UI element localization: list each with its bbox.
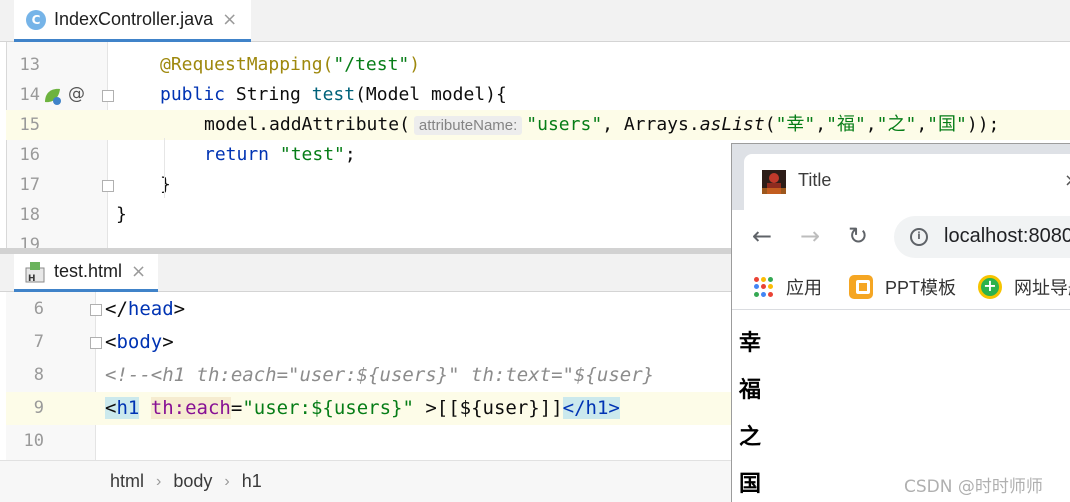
chevron-right-icon: › [224, 472, 230, 490]
html-file-icon: H [24, 260, 46, 284]
code-text: } [160, 174, 171, 195]
page-favicon-icon [762, 170, 786, 194]
tab-label: IndexController.java [54, 9, 214, 29]
code-text: <h1 th:each="user:${users}" >[[${user}]]… [105, 397, 620, 419]
url-text[interactable]: localhost:8080 [944, 225, 1070, 248]
browser-tab-strip: Title × [732, 144, 1070, 210]
fold-marker-icon[interactable] [102, 180, 114, 192]
fold-marker-icon[interactable] [90, 337, 102, 349]
code-text: <body> [105, 331, 174, 353]
forward-arrow-icon[interactable]: → [800, 222, 820, 250]
line-number: 7 [33, 332, 44, 352]
nav-site-icon: + [978, 275, 1002, 299]
line-number: 19 [19, 235, 40, 250]
line-number: 13 [19, 55, 40, 75]
code-text: model.addAttribute(attributeName: "users"… [204, 114, 1000, 135]
fold-marker-icon[interactable] [90, 304, 102, 316]
code-text: return "test"; [204, 144, 356, 165]
tab-index-controller[interactable]: C IndexController.java × [14, 0, 252, 42]
browser-window: Title × ← → ↻ i localhost:8080 应用 PPT模板 … [731, 143, 1070, 502]
ppt-icon [849, 275, 873, 299]
bookmark-apps[interactable]: 应用 [754, 274, 822, 300]
address-bar[interactable]: i localhost:8080 [894, 216, 1070, 258]
svg-text:H: H [28, 274, 36, 284]
chevron-right-icon: › [156, 472, 162, 490]
fold-marker-icon[interactable] [102, 90, 114, 102]
bookmark-nav[interactable]: + 网址导航 [978, 274, 1070, 300]
watermark-text: CSDN @时时师师 [904, 477, 1043, 497]
comment-text: <!--<h1 th:each="user:${users}" th:text=… [105, 364, 655, 386]
bookmark-label: PPT模板 [885, 278, 957, 298]
heading-item: 福 [739, 378, 762, 403]
code-text: } [116, 204, 127, 225]
reload-icon[interactable]: ↻ [848, 222, 868, 250]
heading-item: 之 [739, 425, 762, 450]
apps-grid-icon [754, 277, 774, 297]
bookmark-ppt[interactable]: PPT模板 [849, 274, 956, 300]
line-number: 18 [19, 205, 40, 225]
java-class-icon: C [26, 9, 46, 30]
top-editor-tab-bar: C IndexController.java × [0, 0, 1070, 42]
spring-bean-icon[interactable] [42, 86, 64, 106]
close-tab-icon[interactable]: × [131, 261, 146, 282]
line-number: 14 [19, 85, 40, 105]
code-text: public String test(Model model){ [160, 84, 507, 105]
close-tab-icon[interactable]: × [1064, 170, 1070, 191]
line-number: 10 [23, 431, 44, 451]
parameter-hint: attributeName: [413, 116, 523, 135]
line-number: 15 [19, 115, 40, 135]
line-number: 17 [19, 175, 40, 195]
line-number: 9 [33, 398, 44, 418]
bookmark-label: 网址导航 [1014, 278, 1070, 298]
code-text: @RequestMapping("/test") [160, 54, 421, 75]
tab-label: test.html [54, 261, 123, 281]
tab-test-html[interactable]: H test.html × [14, 254, 159, 292]
breadcrumb-item-h1[interactable]: h1 [242, 471, 262, 492]
breadcrumb-item-body[interactable]: body [173, 471, 212, 492]
close-tab-icon[interactable]: × [222, 9, 237, 30]
line-number: 8 [33, 365, 44, 385]
code-text: </head> [105, 298, 186, 320]
indent-guide [164, 138, 165, 198]
back-arrow-icon[interactable]: ← [752, 222, 772, 250]
heading-item: 幸 [739, 331, 762, 356]
bookmark-label: 应用 [786, 278, 822, 298]
bookmarks-bar: 应用 PPT模板 + 网址导航 [732, 264, 1070, 310]
line-number: 6 [33, 299, 44, 319]
browser-tab[interactable]: Title × [744, 154, 1070, 210]
breadcrumb-item-html[interactable]: html [110, 471, 144, 492]
heading-item: 国 [739, 472, 762, 497]
line-number: 16 [19, 145, 40, 165]
request-mapping-at-icon[interactable]: @ [68, 84, 85, 104]
site-info-icon[interactable]: i [910, 228, 928, 246]
browser-toolbar: ← → ↻ i localhost:8080 [732, 210, 1070, 264]
browser-tab-title: Title [798, 170, 832, 190]
